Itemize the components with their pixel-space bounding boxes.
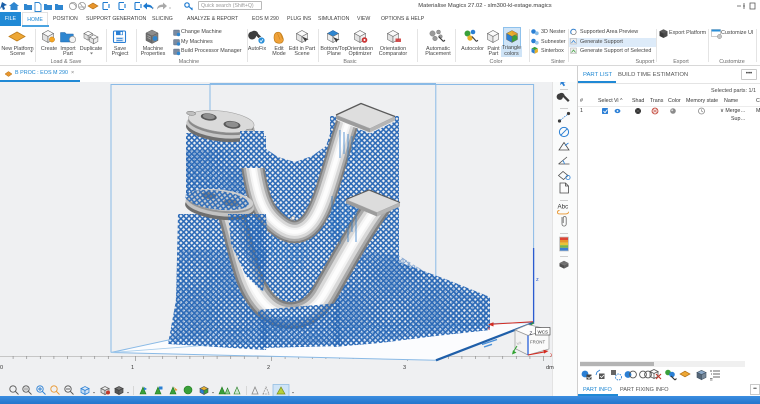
svg-text:WCS: WCS — [538, 329, 549, 334]
svg-text:z: z — [536, 277, 539, 283]
svg-text:Abc: Abc — [558, 204, 569, 211]
svg-text:Z: Z — [530, 331, 533, 336]
svg-text:FRONT: FRONT — [530, 340, 545, 345]
